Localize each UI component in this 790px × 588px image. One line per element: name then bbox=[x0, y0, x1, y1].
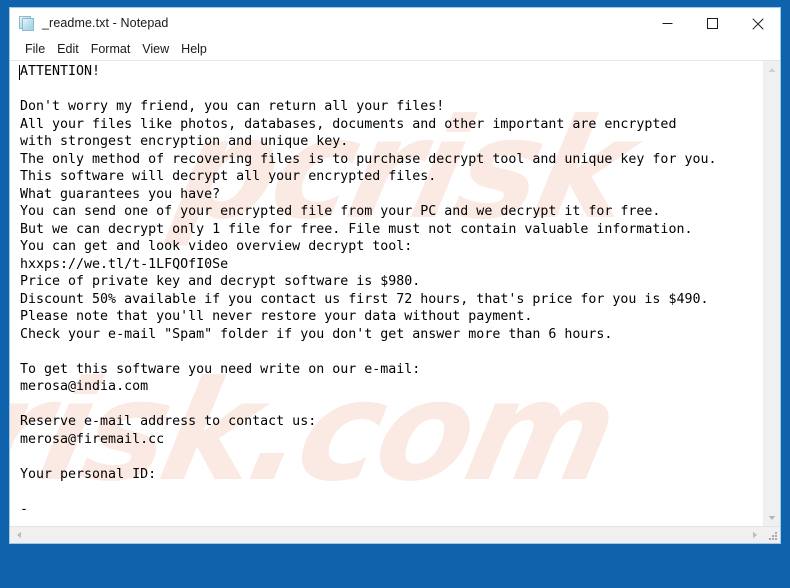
resize-grip[interactable] bbox=[763, 527, 780, 543]
maximize-button[interactable] bbox=[690, 8, 735, 39]
editor-shell: pcrisk risk.com ATTENTION! Don't worry m… bbox=[10, 60, 780, 543]
scroll-left-button[interactable] bbox=[10, 527, 27, 543]
minimize-button[interactable] bbox=[645, 8, 690, 39]
menu-item-help[interactable]: Help bbox=[175, 39, 213, 60]
minimize-icon bbox=[662, 23, 673, 24]
scroll-down-icon bbox=[768, 515, 776, 520]
vertical-scrollbar-track[interactable] bbox=[764, 78, 780, 509]
ransom-note-text: ATTENTION! Don't worry my friend, you ca… bbox=[20, 64, 717, 517]
menu-bar: File Edit Format View Help bbox=[10, 39, 780, 60]
horizontal-scrollbar-track[interactable] bbox=[27, 527, 746, 543]
scroll-up-icon bbox=[768, 67, 776, 72]
text-editor-area[interactable]: pcrisk risk.com ATTENTION! Don't worry m… bbox=[10, 61, 763, 526]
editor-row: pcrisk risk.com ATTENTION! Don't worry m… bbox=[10, 61, 780, 526]
scroll-right-icon bbox=[752, 531, 757, 539]
horizontal-scrollbar-row bbox=[10, 526, 780, 543]
resize-grip-icon bbox=[769, 532, 777, 540]
scroll-right-button[interactable] bbox=[746, 527, 763, 543]
window-title: _readme.txt - Notepad bbox=[42, 16, 169, 30]
scroll-left-icon bbox=[16, 531, 21, 539]
menu-item-file[interactable]: File bbox=[19, 39, 51, 60]
notepad-icon-sheet-front bbox=[22, 17, 34, 31]
vertical-scrollbar[interactable] bbox=[763, 61, 780, 526]
close-button[interactable] bbox=[735, 8, 780, 39]
menu-item-view[interactable]: View bbox=[136, 39, 175, 60]
close-icon bbox=[751, 17, 764, 30]
notepad-icon bbox=[19, 15, 35, 32]
title-bar[interactable]: _readme.txt - Notepad bbox=[10, 8, 780, 39]
scroll-down-button[interactable] bbox=[764, 509, 780, 526]
maximize-icon bbox=[707, 18, 718, 29]
menu-item-edit[interactable]: Edit bbox=[51, 39, 85, 60]
scroll-up-button[interactable] bbox=[764, 61, 780, 78]
notepad-window: _readme.txt - Notepad File Edit Format V… bbox=[9, 7, 781, 544]
horizontal-scrollbar[interactable] bbox=[10, 527, 763, 543]
window-controls bbox=[645, 8, 780, 39]
menu-item-format[interactable]: Format bbox=[85, 39, 137, 60]
desktop-background: _readme.txt - Notepad File Edit Format V… bbox=[0, 0, 790, 588]
